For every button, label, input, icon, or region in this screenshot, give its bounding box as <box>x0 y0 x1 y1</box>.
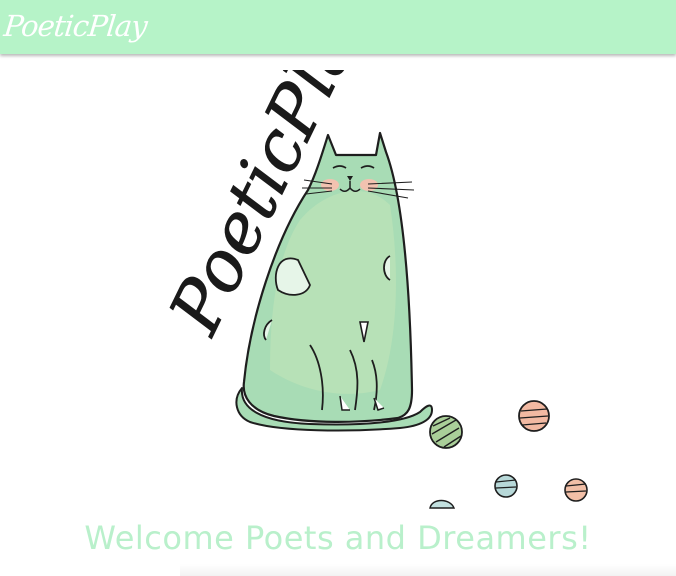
hero-logo-illustration: PoeticPlay <box>152 70 588 509</box>
yarn-ball-icon <box>494 474 518 498</box>
yarn-ball-icon <box>564 478 588 502</box>
yarn-ball-icon <box>518 400 550 432</box>
welcome-heading: Welcome Poets and Dreamers! <box>84 519 592 557</box>
content-card-edge <box>180 564 676 576</box>
top-nav-bar: PoeticPlay <box>0 0 676 54</box>
yarn-ball-icon <box>429 499 456 509</box>
brand-logo-link[interactable]: PoeticPlay <box>2 4 149 48</box>
yarn-ball-icon <box>429 415 463 449</box>
